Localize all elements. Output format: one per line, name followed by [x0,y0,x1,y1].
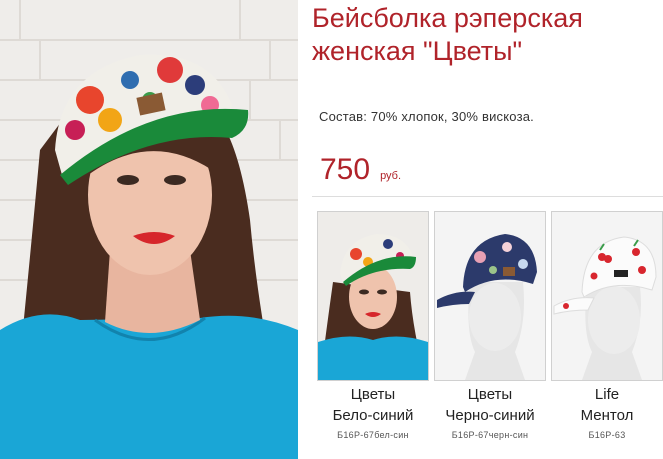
mannequin-cap-thumbnail-image [435,212,545,380]
price-value: 750 [320,153,371,186]
variant-name-line2[interactable]: Черно-синий [445,407,534,424]
variant-thumbnail[interactable] [551,211,663,381]
variant-code: Б16Р-67бел-син [337,430,409,440]
product-title-line1: Бейсболка рэперская [312,3,583,33]
variant-card-life-mint[interactable]: Life Ментол Б16Р-63 [551,211,663,440]
product-main-image[interactable] [0,0,298,459]
variant-card-flowers-white-blue[interactable]: Цветы Бело-синий Б16Р-67бел-син [317,211,429,440]
model-wearing-cap-image [0,0,298,459]
variant-code: Б16Р-67черн-син [451,430,529,440]
variant-name-line1[interactable]: Life [595,386,619,403]
product-price: 750 руб. [320,152,401,188]
variant-name[interactable]: Цветы Бело-синий [317,384,429,426]
variant-name[interactable]: Цветы Черно-синий [434,384,546,426]
variant-name-line2[interactable]: Ментол [581,407,634,424]
variant-name-line1[interactable]: Цветы [468,386,512,403]
product-composition: Состав: 70% хлопок, 30% вискоза. [319,109,534,124]
variant-thumbnail[interactable] [317,211,429,381]
model-cap-thumbnail-image [318,212,428,380]
variant-name-line2[interactable]: Бело-синий [333,407,414,424]
variant-name-line1[interactable]: Цветы [351,386,395,403]
product-title-line2: женская "Цветы" [312,36,523,66]
product-page: Бейсболка рэперская женская "Цветы" Сост… [0,0,663,459]
variant-card-flowers-black-blue[interactable]: Цветы Черно-синий Б16Р-67черн-син [434,211,546,440]
variant-name[interactable]: Life Ментол [551,384,663,426]
variant-thumbnail[interactable] [434,211,546,381]
product-title: Бейсболка рэперская женская "Цветы" [312,2,657,68]
mannequin-cherry-cap-thumbnail-image [552,212,662,380]
divider [312,196,663,197]
price-currency: руб. [380,170,402,182]
variant-code: Б16Р-63 [588,430,626,440]
